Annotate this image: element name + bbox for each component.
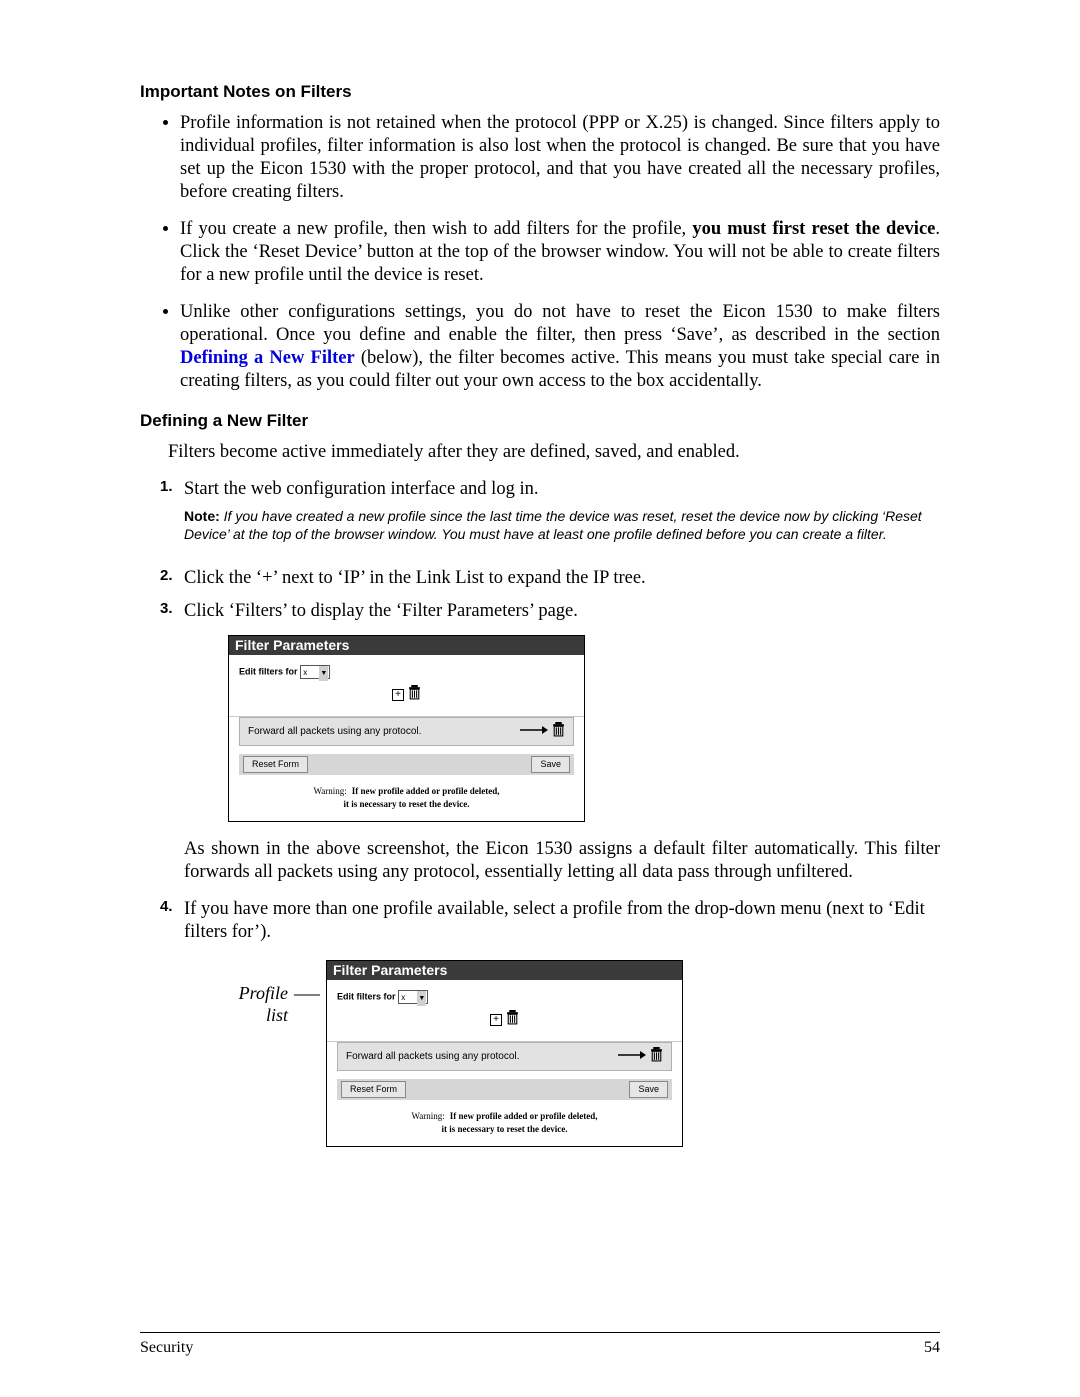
step-num-2: 2. xyxy=(160,567,184,590)
profile-list-caption: Profile list xyxy=(228,948,288,1026)
note-label: Note: xyxy=(184,508,220,524)
warning-label: Warning: xyxy=(411,1111,444,1121)
bullet-2-bold: you must first reset the device xyxy=(692,219,935,239)
panel-title: Filter Parameters xyxy=(229,636,584,655)
profile-select-value: x xyxy=(301,668,307,677)
step-4-text: If you have more than one profile availa… xyxy=(184,898,940,944)
rule-text: Forward all packets using any protocol. xyxy=(346,1050,614,1063)
step-3: 3. Click ‘Filters’ to display the ‘Filte… xyxy=(140,600,940,888)
bullets: Profile information is not retained when… xyxy=(140,112,940,393)
edit-filters-label: Edit filters for xyxy=(239,667,298,677)
save-button[interactable]: Save xyxy=(629,1081,668,1098)
page-footer: Security 54 xyxy=(140,1332,940,1357)
panel-title: Filter Parameters xyxy=(327,961,682,980)
warning-text: Warning: If new profile added or profile… xyxy=(229,781,584,821)
footer-page: 54 xyxy=(924,1339,940,1357)
save-button[interactable]: Save xyxy=(531,756,570,773)
trash-icon[interactable] xyxy=(506,1010,519,1029)
step-1-note: Note: If you have created a new profile … xyxy=(184,507,940,543)
default-rule-row: Forward all packets using any protocol. xyxy=(239,717,574,746)
defining-intro: Filters become active immediately after … xyxy=(140,441,940,464)
filter-params-panel-2: Filter Parameters Edit filters for x + F… xyxy=(326,960,683,1147)
profile-select[interactable]: x xyxy=(300,665,330,679)
bullet-1: Profile information is not retained when… xyxy=(180,112,940,204)
link-defining[interactable]: Defining a New Filter xyxy=(180,348,355,368)
expand-icon[interactable]: + xyxy=(392,689,404,701)
callout-line xyxy=(294,948,320,1000)
step-1-text: Start the web configuration interface an… xyxy=(184,478,940,501)
step-num-1: 1. xyxy=(160,478,184,557)
note-text: If you have created a new profile since … xyxy=(184,508,922,542)
expand-icon[interactable]: + xyxy=(490,1014,502,1026)
default-rule-row: Forward all packets using any protocol. xyxy=(337,1042,672,1071)
step-2: 2. Click the ‘+’ next to ‘IP’ in the Lin… xyxy=(140,567,940,590)
heading-notes: Important Notes on Filters xyxy=(140,82,940,102)
bullet-2-pre: If you create a new profile, then wish t… xyxy=(180,219,692,239)
forward-arrow-icon xyxy=(614,1050,650,1064)
step-4: 4. If you have more than one profile ava… xyxy=(140,898,940,1147)
step-num-4: 4. xyxy=(160,898,184,1147)
filter-params-panel-1: Filter Parameters Edit filters for x + F… xyxy=(228,635,585,822)
warning-text: Warning: If new profile added or profile… xyxy=(327,1106,682,1146)
step-3-after: As shown in the above screenshot, the Ei… xyxy=(184,838,940,884)
warning-label: Warning: xyxy=(313,786,346,796)
step-num-3: 3. xyxy=(160,600,184,888)
step-3-text: Click ‘Filters’ to display the ‘Filter P… xyxy=(184,600,940,623)
step-2-text: Click the ‘+’ next to ‘IP’ in the Link L… xyxy=(184,567,940,590)
bullet-3-pre: Unlike other configurations settings, yo… xyxy=(180,302,940,345)
trash-icon[interactable] xyxy=(408,685,421,704)
edit-filters-label: Edit filters for xyxy=(337,992,396,1002)
trash-icon[interactable] xyxy=(552,722,565,741)
rule-text: Forward all packets using any protocol. xyxy=(248,725,516,738)
step-1: 1. Start the web configuration interface… xyxy=(140,478,940,557)
heading-defining: Defining a New Filter xyxy=(140,411,940,431)
bullet-3: Unlike other configurations settings, yo… xyxy=(180,301,940,393)
reset-form-button[interactable]: Reset Form xyxy=(243,756,308,773)
profile-select-value: x xyxy=(399,993,405,1002)
footer-section: Security xyxy=(140,1339,193,1357)
forward-arrow-icon xyxy=(516,725,552,739)
trash-icon[interactable] xyxy=(650,1047,663,1066)
bullet-2: If you create a new profile, then wish t… xyxy=(180,218,940,287)
reset-form-button[interactable]: Reset Form xyxy=(341,1081,406,1098)
profile-select[interactable]: x xyxy=(398,990,428,1004)
